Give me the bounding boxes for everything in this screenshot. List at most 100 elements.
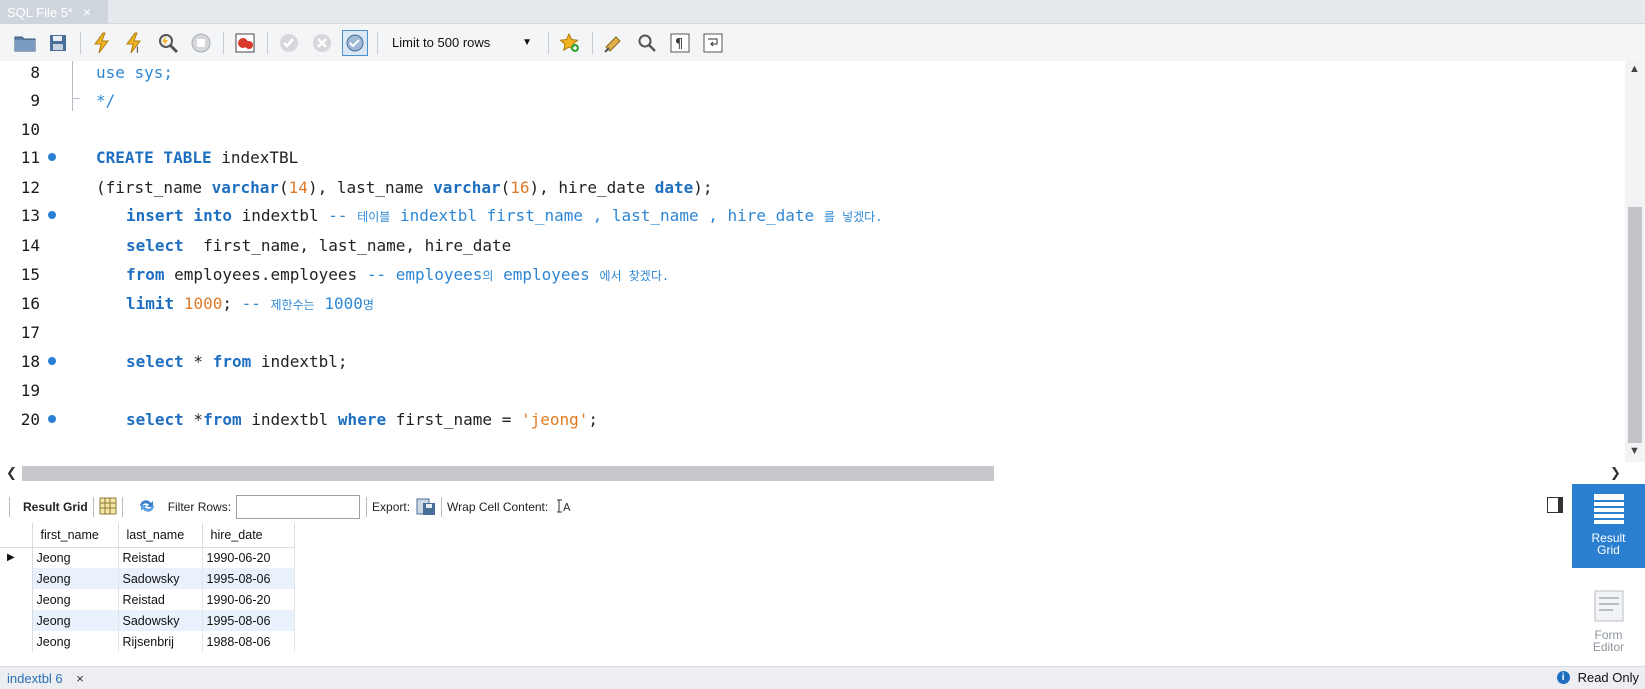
svg-text:¶: ¶: [675, 37, 683, 52]
table-cell[interactable]: 1990-06-20: [202, 589, 295, 610]
line-number: 17: [20, 322, 40, 342]
result-tab[interactable]: indextbl 6 ×: [0, 671, 84, 686]
refresh-icon[interactable]: [136, 497, 158, 518]
editor-tab-strip: SQL File 5* ×: [0, 0, 1645, 24]
code-line: 11 CREATE TABLE indexTBL: [0, 142, 1620, 172]
code-text: select first_name, last_name, hire_date: [126, 235, 512, 255]
result-toolbar: Result Grid Filter Rows: Export: Wrap Ce…: [0, 491, 1572, 523]
open-file-icon[interactable]: [12, 30, 38, 56]
info-icon: i: [1556, 671, 1570, 684]
code-line: 13 insert into indextbl -- 테이블 indextbl …: [0, 200, 1620, 230]
execute-current-icon[interactable]: I: [122, 30, 148, 56]
code-text: insert into indextbl -- 테이블 indextbl fir…: [126, 205, 883, 225]
table-cell[interactable]: 1995-08-06: [202, 568, 295, 589]
wrap-cell-icon[interactable]: A: [556, 498, 572, 517]
current-row-marker-icon: ▶: [0, 547, 33, 568]
form-editor-button[interactable]: Form Editor: [1572, 581, 1645, 665]
result-grid-view-button[interactable]: Result Grid: [1572, 484, 1645, 568]
statement-marker-icon: [48, 211, 56, 219]
code-text: (first_name varchar(14), last_name varch…: [96, 177, 713, 197]
result-tab-close-icon[interactable]: ×: [76, 671, 84, 686]
table-cell[interactable]: Reistad: [118, 589, 203, 610]
line-number: 11: [20, 147, 40, 167]
table-cell[interactable]: Jeong: [32, 568, 119, 589]
read-only-label: Read Only: [1577, 670, 1639, 685]
wrap-lines-icon[interactable]: [700, 30, 726, 56]
table-cell[interactable]: Jeong: [32, 610, 119, 631]
commit-icon[interactable]: [276, 30, 302, 56]
export-label: Export:: [372, 500, 411, 514]
table-cell[interactable]: Reistad: [118, 547, 203, 568]
table-cell[interactable]: 1990-06-20: [202, 547, 295, 568]
filter-rows-input[interactable]: [236, 495, 361, 519]
line-number: 13: [20, 205, 40, 225]
scroll-left-icon[interactable]: ❮: [6, 465, 17, 481]
code-text: select *from indextbl where first_name =…: [126, 409, 599, 429]
table-cell[interactable]: 1988-08-06: [202, 631, 295, 652]
table-cell[interactable]: Rijsenbrij: [118, 631, 203, 652]
execute-all-icon[interactable]: [89, 30, 115, 56]
code-text: */: [96, 90, 116, 110]
invisible-chars-icon[interactable]: ¶: [667, 30, 693, 56]
code-text: use sys;: [96, 62, 174, 82]
form-editor-label-2: Editor: [1592, 640, 1625, 654]
grid-header-row: first_name last_name hire_date: [0, 523, 295, 548]
code-line: 12 (first_name varchar(14), last_name va…: [0, 172, 1620, 202]
code-line: 9 */: [0, 85, 1620, 115]
horizontal-scroll-thumb[interactable]: [22, 466, 994, 481]
result-grid-view-label-2: Grid: [1597, 543, 1620, 557]
autocommit-toggle-icon[interactable]: [342, 29, 368, 56]
table-cell[interactable]: Sadowsky: [118, 610, 203, 631]
table-cell[interactable]: Sadowsky: [118, 568, 203, 589]
line-number: 12: [20, 177, 40, 197]
scroll-down-icon[interactable]: ▼: [1629, 445, 1640, 457]
table-cell[interactable]: 1995-08-06: [202, 610, 295, 631]
toggle-panel-icon[interactable]: [1547, 497, 1563, 513]
editor-horizontal-scrollbar[interactable]: ❮ ❯: [0, 462, 1645, 484]
status-bar: indextbl 6 × i Read Only: [0, 666, 1645, 689]
table-row[interactable]: Jeong Sadowsky 1995-08-06: [0, 610, 295, 631]
vertical-scroll-thumb[interactable]: [1628, 207, 1642, 443]
table-cell[interactable]: Jeong: [32, 547, 119, 568]
grid-view-icon[interactable]: [99, 497, 117, 518]
line-number: 18: [20, 351, 40, 371]
line-number: 16: [20, 293, 40, 313]
toolbar-separator: [80, 31, 81, 54]
stop-on-error-icon[interactable]: [232, 30, 258, 56]
column-header[interactable]: hire_date: [202, 523, 295, 548]
line-number: 19: [20, 380, 40, 400]
table-cell[interactable]: Jeong: [32, 631, 119, 652]
scroll-up-icon[interactable]: ▲: [1629, 63, 1640, 75]
beautify-icon[interactable]: [601, 30, 627, 56]
code-line: 18 select * from indextbl;: [0, 346, 1620, 376]
save-icon[interactable]: [45, 30, 71, 56]
line-number: 15: [20, 264, 40, 284]
limit-rows-select[interactable]: Limit to 500 rows ▼: [386, 30, 538, 56]
stop-icon[interactable]: [188, 30, 214, 56]
column-header[interactable]: first_name: [32, 523, 119, 548]
add-snippet-icon[interactable]: [557, 30, 583, 56]
column-header[interactable]: last_name: [118, 523, 203, 548]
statement-marker-icon: [48, 153, 56, 161]
find-icon[interactable]: [634, 30, 660, 56]
tab-close-icon[interactable]: ×: [83, 4, 91, 20]
rollback-icon[interactable]: [309, 30, 335, 56]
sql-code-editor[interactable]: 8 use sys; 9 */ 10 11 CREATE TABLE index…: [0, 61, 1625, 462]
table-row[interactable]: ▶ Jeong Reistad 1990-06-20: [0, 547, 295, 568]
table-row[interactable]: Jeong Rijsenbrij 1988-08-06: [0, 631, 295, 652]
svg-text:I: I: [136, 46, 139, 54]
tab-sql-file[interactable]: SQL File 5* ×: [0, 0, 108, 24]
scroll-right-icon[interactable]: ❯: [1610, 465, 1621, 481]
code-line: 19: [0, 375, 1620, 405]
code-line: 14 select first_name, last_name, hire_da…: [0, 230, 1620, 260]
table-row[interactable]: Jeong Reistad 1990-06-20: [0, 589, 295, 610]
result-grid-icon: [1593, 494, 1624, 524]
result-grid-table[interactable]: first_name last_name hire_date ▶ Jeong R…: [0, 523, 295, 652]
code-text: limit 1000; -- 제한수는 1000명: [126, 293, 374, 313]
table-row[interactable]: Jeong Sadowsky 1995-08-06: [0, 568, 295, 589]
result-grid-label[interactable]: Result Grid: [23, 500, 88, 514]
editor-vertical-scrollbar[interactable]: ▲ ▼: [1625, 61, 1645, 462]
table-cell[interactable]: Jeong: [32, 589, 119, 610]
export-icon[interactable]: [416, 496, 436, 519]
explain-icon[interactable]: [155, 30, 181, 56]
